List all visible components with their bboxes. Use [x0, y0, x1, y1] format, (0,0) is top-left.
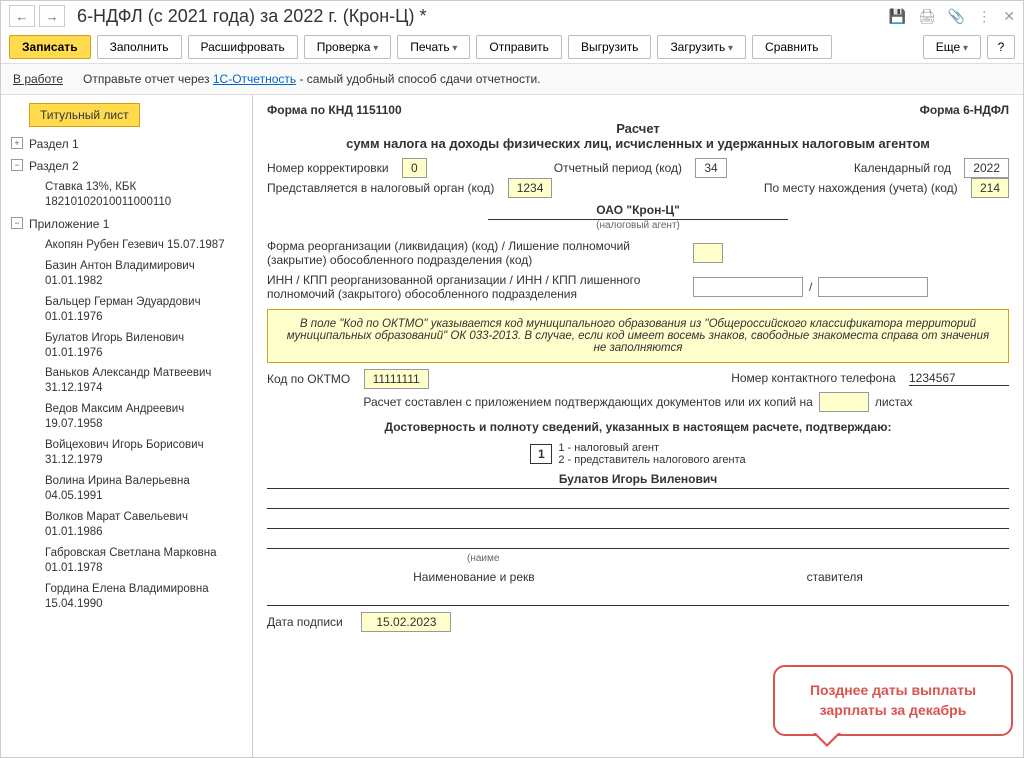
confirm-opt2: 2 - представитель налогового агента	[558, 454, 745, 466]
year-field[interactable]: 2022	[964, 158, 1009, 178]
infobar: В работе Отправьте отчет через 1С-Отчетн…	[1, 64, 1023, 95]
list-item[interactable]: Гордина Елена Владимировна 15.04.1990	[1, 579, 252, 615]
close-icon[interactable]: ✕	[1003, 8, 1015, 25]
oktmo-label: Код по ОКТМО	[267, 372, 350, 386]
form-subtitle: сумм налога на доходы физических лиц, ис…	[267, 136, 1009, 151]
location-label: По месту нахождения (учета) (код)	[764, 181, 958, 195]
form-knd: Форма по КНД 1151100	[267, 103, 402, 117]
list-item[interactable]: Габровская Светлана Марковна 01.01.1978	[1, 543, 252, 579]
tree-section2[interactable]: − Раздел 2	[1, 155, 252, 177]
sheets-field[interactable]	[819, 392, 869, 412]
period-label: Отчетный период (код)	[554, 161, 682, 175]
oktmo-note: В поле "Код по ОКТМО" указывается код му…	[267, 309, 1009, 363]
expand-icon[interactable]: +	[11, 137, 23, 149]
period-field[interactable]: 34	[695, 158, 726, 178]
import-button[interactable]: Загрузить	[657, 35, 746, 59]
send-button[interactable]: Отправить	[476, 35, 562, 59]
sidebar-tree[interactable]: Титульный лист + Раздел 1 − Раздел 2 Ста…	[1, 95, 253, 757]
blank-line	[267, 590, 1009, 606]
tax-auth-label: Представляется в налоговый орган (код)	[267, 181, 494, 195]
info-text2: - самый удобный способ сдачи отчетности.	[299, 72, 540, 86]
save-icon[interactable]: 💾	[889, 8, 906, 25]
info-text1: Отправьте отчет через	[83, 72, 213, 86]
inn-kpp-label: ИНН / КПП реорганизованной организации /…	[267, 273, 687, 301]
list-item[interactable]: Акопян Рубен Гезевич 15.07.1987	[1, 235, 252, 256]
form-content[interactable]: Форма по КНД 1151100 Форма 6-НДФЛ Расчет…	[253, 95, 1023, 757]
list-item[interactable]: Ваньков Александр Матвеевич 31.12.1974	[1, 363, 252, 399]
tree-rate-kbk[interactable]: Ставка 13%, КБК 18210102010011000110	[1, 177, 252, 213]
status-link[interactable]: В работе	[13, 72, 63, 86]
decrypt-button[interactable]: Расшифровать	[188, 35, 298, 59]
confirm-title: Достоверность и полноту сведений, указан…	[267, 420, 1009, 434]
help-button[interactable]: ?	[987, 35, 1015, 59]
print-button[interactable]: Печать	[397, 35, 470, 59]
list-item[interactable]: Базин Антон Владимирович 01.01.1982	[1, 256, 252, 292]
inn-field[interactable]	[693, 277, 803, 297]
check-button[interactable]: Проверка	[304, 35, 392, 59]
repr-doc-tail: ставителя	[807, 570, 863, 584]
sheets-label1: Расчет составлен с приложением подтвержд…	[363, 395, 812, 409]
tree-appendix[interactable]: − Приложение 1	[1, 213, 252, 235]
list-item[interactable]: Булатов Игорь Виленович 01.01.1976	[1, 328, 252, 364]
reorg-label: Форма реорганизации (ликвидация) (код) /…	[267, 239, 687, 267]
print-icon[interactable]: 🖨	[918, 8, 936, 25]
annotation-bubble: Позднее даты выплаты зарплаты за декабрь	[773, 665, 1013, 736]
nav-back-button[interactable]: ←	[9, 5, 35, 27]
export-button[interactable]: Выгрузить	[568, 35, 652, 59]
blank-line	[267, 493, 1009, 509]
tax-auth-field[interactable]: 1234	[508, 178, 553, 198]
repr-doc-label: Наименование и рекв	[413, 570, 535, 584]
year-label: Календарный год	[854, 161, 951, 175]
form-main-title: Расчет	[267, 121, 1009, 136]
corr-field[interactable]: 0	[402, 158, 427, 178]
list-item[interactable]: Ведов Максим Андреевич 19.07.1958	[1, 399, 252, 435]
org-hint: (налоговый агент)	[267, 220, 1009, 231]
sign-date-field[interactable]: 15.02.2023	[361, 612, 451, 632]
save-button[interactable]: Записать	[9, 35, 91, 59]
window-title: 6-НДФЛ (с 2021 года) за 2022 г. (Крон-Ц)…	[77, 6, 885, 27]
collapse-icon[interactable]: −	[11, 159, 23, 171]
kpp-field[interactable]	[818, 277, 928, 297]
collapse-icon[interactable]: −	[11, 217, 23, 229]
form-code: Форма 6-НДФЛ	[920, 103, 1009, 117]
sign-date-label: Дата подписи	[267, 615, 343, 629]
tree-section1[interactable]: + Раздел 1	[1, 133, 252, 155]
reorg-field[interactable]	[693, 243, 723, 263]
naim-hint: (наиме	[267, 553, 1009, 564]
nav-forward-button[interactable]: →	[39, 5, 65, 27]
phone-label: Номер контактного телефона	[731, 371, 895, 385]
attach-icon[interactable]: 📎	[948, 8, 965, 25]
signer-name: Булатов Игорь Виленович	[267, 472, 1009, 489]
info-link[interactable]: 1С-Отчетность	[213, 72, 296, 86]
menu-dots-icon[interactable]: ⋮	[977, 8, 991, 25]
confirm-opt1: 1 - налоговый агент	[558, 442, 745, 454]
phone-field[interactable]: 1234567	[909, 371, 1009, 386]
location-field[interactable]: 214	[971, 178, 1009, 198]
toolbar: Записать Заполнить Расшифровать Проверка…	[1, 31, 1023, 64]
list-item[interactable]: Бальцер Герман Эдуардович 01.01.1976	[1, 292, 252, 328]
compare-button[interactable]: Сравнить	[752, 35, 831, 59]
org-name: ОАО "Крон-Ц"	[488, 203, 788, 220]
fill-button[interactable]: Заполнить	[97, 35, 182, 59]
list-item[interactable]: Войцехович Игорь Борисович 31.12.1979	[1, 435, 252, 471]
sheets-label2: листах	[875, 395, 913, 409]
confirm-type-field[interactable]: 1	[530, 444, 552, 464]
list-item[interactable]: Волина Ирина Валерьевна 04.05.1991	[1, 471, 252, 507]
corr-label: Номер корректировки	[267, 161, 389, 175]
list-item[interactable]: Волков Марат Савельевич 01.01.1986	[1, 507, 252, 543]
tree-tab-title[interactable]: Титульный лист	[29, 103, 140, 127]
titlebar: ← → 6-НДФЛ (с 2021 года) за 2022 г. (Кро…	[1, 1, 1023, 31]
blank-line	[267, 533, 1009, 549]
oktmo-field[interactable]: 11111111	[364, 369, 429, 389]
blank-line	[267, 513, 1009, 529]
more-button[interactable]: Еще	[923, 35, 981, 59]
